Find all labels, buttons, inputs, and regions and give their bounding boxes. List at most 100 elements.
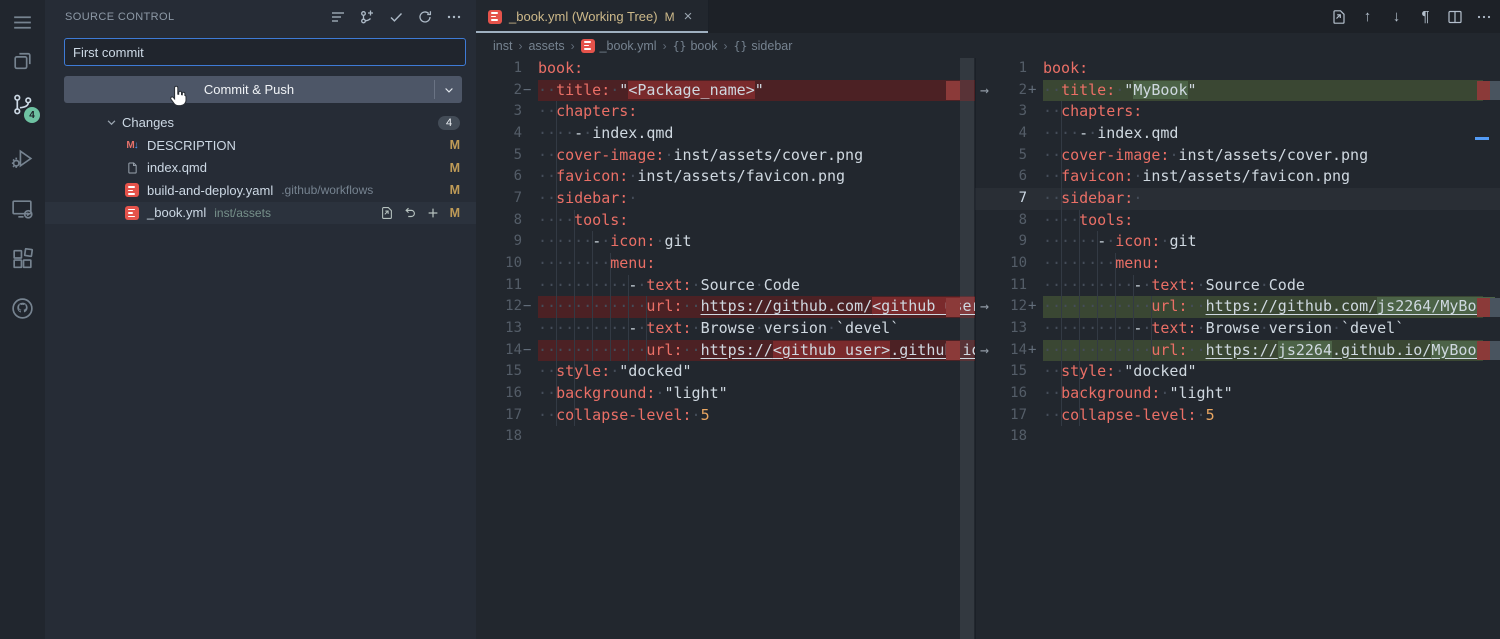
source-control-sidebar: SOURCE CONTROL Commit & Push Changes 4 (45, 0, 477, 639)
commit-message-input[interactable] (64, 38, 466, 66)
line-number: 1 (476, 58, 522, 80)
line-number: 4 (993, 123, 1027, 145)
line-number: 18 (993, 426, 1027, 448)
changes-section-header[interactable]: Changes 4 (45, 111, 476, 134)
line-number: 10 (476, 253, 522, 275)
breadcrumb-item-inst[interactable]: inst (493, 39, 512, 53)
diff-line[interactable]: 16··background:·"light" (476, 383, 975, 405)
open-file-icon[interactable] (380, 206, 394, 220)
diff-line[interactable]: 2−··title:·"<Package_name>" (476, 80, 975, 102)
diff-line[interactable]: 14−············url:··https://<github_use… (476, 340, 975, 362)
diff-line[interactable]: 16··background:·"light" (975, 383, 1500, 405)
diff-line[interactable]: 7··sidebar:· (975, 188, 1500, 210)
diff-line[interactable]: 5··cover-image:·inst/assets/cover.png (476, 145, 975, 167)
diff-line[interactable]: →12+············url:··https://github.com… (975, 296, 1500, 318)
diff-line[interactable]: 10········menu: (975, 253, 1500, 275)
source-control-icon[interactable]: 4 (0, 82, 45, 127)
modified-badge: M (450, 183, 460, 197)
more-icon[interactable] (1475, 8, 1492, 25)
diff-line[interactable]: 7··sidebar:· (476, 188, 975, 210)
line-number: 2 (476, 80, 522, 102)
diff-line[interactable]: 5··cover-image:·inst/assets/cover.png (975, 145, 1500, 167)
diff-revert-arrow-icon[interactable]: → (980, 340, 989, 362)
diff-line[interactable]: 15··style:·"docked" (476, 361, 975, 383)
diff-line[interactable]: 8····tools: (975, 210, 1500, 232)
line-number: 5 (993, 145, 1027, 167)
whitespace-icon[interactable]: ¶ (1417, 8, 1434, 25)
breadcrumb-separator: › (724, 39, 728, 53)
graph-plus-icon[interactable] (359, 9, 375, 25)
diff-line[interactable]: 15··style:·"docked" (975, 361, 1500, 383)
breadcrumb-item-assets[interactable]: assets (528, 39, 564, 53)
close-icon[interactable]: × (684, 9, 693, 24)
diff-line[interactable]: 3··chapters: (975, 101, 1500, 123)
diff-line[interactable]: 12−············url:··https://github.com/… (476, 296, 975, 318)
chevron-down-icon[interactable] (435, 84, 462, 96)
diff-line[interactable]: 1book: (975, 58, 1500, 80)
diff-line[interactable]: 9······-·icon:·git (975, 231, 1500, 253)
braces-icon: {} (734, 39, 748, 53)
line-number: 12 (993, 296, 1027, 318)
diff-line[interactable]: 13··········-·text:·Browse·version·`deve… (476, 318, 975, 340)
stage-plus-icon[interactable] (426, 206, 440, 220)
diff-revert-arrow-icon[interactable]: → (980, 296, 989, 318)
file-row-description[interactable]: M↓DESCRIPTIONM (45, 134, 476, 157)
extensions-icon[interactable] (0, 236, 45, 281)
diff-revert-arrow-icon[interactable]: → (980, 80, 989, 102)
breadcrumb: inst›assets›_book.yml›{}book›{}sidebar (476, 33, 1500, 58)
open-changes-icon[interactable] (1330, 8, 1347, 25)
breadcrumb-item-book[interactable]: {}book (673, 39, 718, 53)
diff-pane-modified: 1book:→2+··title:·"MyBook"3··chapters:4·… (975, 58, 1500, 639)
diff-line[interactable]: 6··favicon:·inst/assets/favicon.png (975, 166, 1500, 188)
diff-line[interactable]: →2+··title:·"MyBook" (975, 80, 1500, 102)
tab-book-yml[interactable]: _book.yml (Working Tree) M × (476, 0, 709, 33)
breadcrumb-separator: › (663, 39, 667, 53)
file-icon (126, 161, 139, 175)
diff-line[interactable]: 11··········-·text:·Source·Code (476, 275, 975, 297)
remote-explorer-icon[interactable] (0, 186, 45, 231)
diff-line[interactable]: 18 (975, 426, 1500, 448)
line-number: 4 (476, 123, 522, 145)
diff-line[interactable]: 11··········-·text:·Source·Code (975, 275, 1500, 297)
scrollbar[interactable] (960, 58, 974, 639)
diff-line[interactable]: 8····tools: (476, 210, 975, 232)
diff-line[interactable]: 18 (476, 426, 975, 448)
line-number: 6 (476, 166, 522, 188)
file-row-index.qmd[interactable]: index.qmdM (45, 157, 476, 180)
diff-line[interactable]: 17··collapse-level:·5 (476, 405, 975, 427)
line-number: 11 (476, 275, 522, 297)
diff-line[interactable]: 9······-·icon:·git (476, 231, 975, 253)
file-row-_book.yml[interactable]: _book.ymlinst/assetsM (45, 202, 476, 225)
tab-bar: _book.yml (Working Tree) M × ↑ ↓ ¶ (476, 0, 1500, 33)
diff-line[interactable]: 1book: (476, 58, 975, 80)
line-number: 14 (993, 340, 1027, 362)
explorer-icon[interactable] (0, 38, 45, 83)
diff-line[interactable]: 13··········-·text:·Browse·version·`deve… (975, 318, 1500, 340)
file-row-build-and-deploy.yaml[interactable]: build-and-deploy.yaml.github/workflowsM (45, 179, 476, 202)
github-icon[interactable] (0, 286, 45, 331)
diff-line[interactable]: 17··collapse-level:·5 (975, 405, 1500, 427)
diff-line[interactable]: 10········menu: (476, 253, 975, 275)
tab-modified-badge: M (665, 10, 675, 24)
run-debug-icon[interactable] (0, 136, 45, 181)
split-editor-icon[interactable] (1446, 8, 1463, 25)
commit-and-push-button[interactable]: Commit & Push (64, 76, 462, 103)
line-number: 1 (993, 58, 1027, 80)
diff-line[interactable]: 4····-·index.qmd (476, 123, 975, 145)
view-sort-icon[interactable] (330, 9, 346, 25)
commit-check-icon[interactable] (388, 9, 404, 25)
discard-icon[interactable] (403, 206, 417, 220)
diff-line[interactable]: 6··favicon:·inst/assets/favicon.png (476, 166, 975, 188)
diff-line[interactable]: →14+············url:··https://js2264.git… (975, 340, 1500, 362)
diff-line[interactable]: 4····-·index.qmd (975, 123, 1500, 145)
breadcrumb-item-sidebar[interactable]: {}sidebar (734, 39, 793, 53)
line-number: 5 (476, 145, 522, 167)
activity-bar: 4 (0, 0, 46, 639)
more-icon[interactable] (446, 9, 462, 25)
breadcrumb-item--book-yml[interactable]: _book.yml (581, 39, 657, 53)
next-change-icon[interactable]: ↓ (1388, 8, 1405, 25)
prev-change-icon[interactable]: ↑ (1359, 8, 1376, 25)
diff-line[interactable]: 3··chapters: (476, 101, 975, 123)
chevron-down-icon (106, 117, 117, 128)
refresh-icon[interactable] (417, 9, 433, 25)
